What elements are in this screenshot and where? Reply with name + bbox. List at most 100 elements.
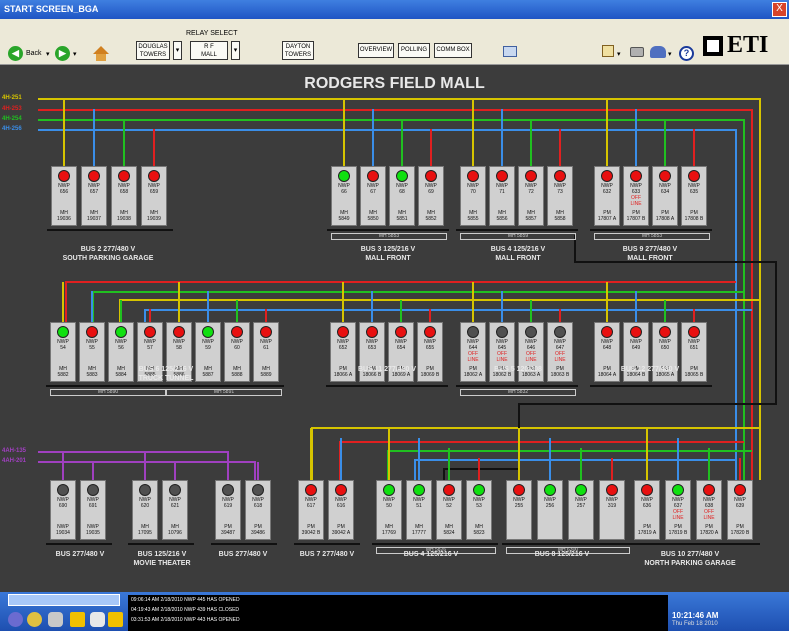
relay-nwp-53[interactable]: NWP 53 MH 5823: [466, 480, 492, 540]
document-icon[interactable]: [90, 612, 105, 627]
users-icon[interactable]: [650, 46, 666, 58]
relay-number: NWP 61: [260, 339, 272, 351]
relay-number: NWP 657: [88, 183, 100, 195]
polling-button[interactable]: POLLING: [398, 43, 430, 58]
relay-douglas-towers-button[interactable]: DOUGLAS TOWERS: [136, 41, 170, 60]
relay-nwp-52[interactable]: NWP 52 MH 5824: [436, 480, 462, 540]
relay-number: NWP 644: [467, 339, 479, 351]
relay-offline-text: [507, 509, 531, 521]
tools-icon[interactable]: [27, 612, 42, 627]
relay-nwp-257[interactable]: NWP 257: [568, 480, 594, 540]
relay-nwp-658[interactable]: NWP 658 MH 19038: [111, 166, 137, 226]
relay-status-led: [383, 484, 395, 496]
relay-nwp-636[interactable]: NWP 636 PM 17819 A: [634, 480, 660, 540]
relay-status-led: [202, 326, 214, 338]
relay-nwp-618[interactable]: NWP 618 PM 39486: [245, 480, 271, 540]
forward-arrow-icon[interactable]: ▶: [55, 46, 70, 61]
settings-icon[interactable]: [8, 612, 23, 627]
relay-location: MH 17777: [412, 524, 426, 536]
relay-nwp-637[interactable]: NWP 637 OFF LINE PM 17819 B: [665, 480, 691, 540]
relay-offline-text: [52, 195, 76, 207]
relay-nwp-67[interactable]: NWP 67 MH 5850: [360, 166, 386, 226]
relay-nwp-633[interactable]: NWP 633 OFF LINE PM 17807 B: [623, 166, 649, 226]
back-label[interactable]: Back: [26, 50, 42, 57]
relay-nwp-634[interactable]: NWP 634 PM 17808 A: [652, 166, 678, 226]
relay-nwp-639[interactable]: NWP 639 PM 17820 B: [727, 480, 753, 540]
relay-offline-text: [389, 351, 413, 363]
users-dropdown-icon[interactable]: ▾: [668, 50, 672, 58]
relay-nwp-70[interactable]: NWP 70 MH 5855: [460, 166, 486, 226]
relay-offline-text: [225, 351, 249, 363]
relay-nwp-617[interactable]: NWP 617 PM 39042 B: [298, 480, 324, 540]
alert-icon[interactable]: [70, 612, 85, 627]
relay-nwp-54[interactable]: NWP 54 MH 5882: [50, 322, 76, 382]
relay-offline-text: [407, 509, 431, 521]
relay-nwp-690[interactable]: NWP 690 NWP 19034: [50, 480, 76, 540]
chart-icon[interactable]: [602, 45, 614, 57]
warning-icon[interactable]: [108, 612, 123, 627]
relay-nwp-635[interactable]: NWP 635 PM 17808 B: [681, 166, 707, 226]
forward-dropdown-icon[interactable]: ▾: [73, 50, 77, 58]
relay-nwp-657[interactable]: NWP 657 MH 19037: [81, 166, 107, 226]
relay-offline-text: [600, 509, 624, 521]
back-arrow-icon[interactable]: ◀: [8, 46, 23, 61]
printer-icon[interactable]: [630, 47, 644, 57]
network-icon[interactable]: [48, 612, 63, 627]
relay-nwp-638[interactable]: NWP 638 OFF LINE PM 17820 A: [696, 480, 722, 540]
relay-nwp-66[interactable]: NWP 66 MH 5849: [331, 166, 357, 226]
relay-nwp-50[interactable]: NWP 50 MH 17769: [376, 480, 402, 540]
relay-offline-text: [112, 195, 136, 207]
home-icon[interactable]: [93, 46, 109, 54]
relay-nwp-61[interactable]: NWP 61 MH 5889: [253, 322, 279, 382]
relay-status-led: [86, 326, 98, 338]
relay-nwp-621[interactable]: NWP 621 MH 10796: [162, 480, 188, 540]
relay-nwp-73[interactable]: NWP 73 MH 5858: [547, 166, 573, 226]
relay-nwp-620[interactable]: NWP 620 MH 17095: [132, 480, 158, 540]
relay-nwp-71[interactable]: NWP 71 MH 5856: [489, 166, 515, 226]
image-icon[interactable]: [503, 46, 517, 57]
feeder-4ah-201-wire: [38, 461, 256, 480]
relay-number: NWP 50: [383, 497, 395, 509]
relay-nwp-319[interactable]: NWP 319: [599, 480, 625, 540]
relay-nwp-72[interactable]: NWP 72 MH 5857: [518, 166, 544, 226]
log-date: 2/18/2010: [160, 597, 185, 603]
relay-nwp-656[interactable]: NWP 656 MH 19036: [51, 166, 77, 226]
relay-nwp-619[interactable]: NWP 619 PM 39487: [215, 480, 241, 540]
comm-box-button[interactable]: COMM BOX: [434, 43, 472, 58]
close-button[interactable]: X: [772, 2, 787, 17]
back-dropdown-icon[interactable]: ▾: [46, 50, 50, 58]
relay-dayton-towers-button[interactable]: DAYTON TOWERS: [282, 41, 314, 60]
relay-status-led: [659, 326, 671, 338]
feeder-4h-251-bottom: [311, 427, 760, 480]
relay-nwp-616[interactable]: NWP 616 PM 39042 A: [328, 480, 354, 540]
relay-rf-mall-button[interactable]: R F MALL: [190, 41, 228, 60]
relay-douglas-dropdown[interactable]: ▾: [173, 41, 182, 60]
relay-offline-text: [51, 509, 75, 521]
log-message: NWP 445 HAS OPENED: [184, 597, 240, 603]
overview-button[interactable]: OVERVIEW: [358, 43, 394, 58]
relay-status-led: [87, 484, 99, 496]
relay-nwp-68[interactable]: NWP 68 MH 5851: [389, 166, 415, 226]
relay-nwp-256[interactable]: NWP 256: [537, 480, 563, 540]
relay-nwp-255[interactable]: NWP 255: [506, 480, 532, 540]
relay-nwp-659[interactable]: NWP 659 MH 19039: [141, 166, 167, 226]
relay-number: NWP 659: [148, 183, 160, 195]
help-icon[interactable]: ?: [679, 46, 694, 61]
toolbar: ◀ Back ▾ ▶ ▾ RELAY SELECT DOUGLAS TOWERS…: [0, 19, 789, 65]
relay-offline-text: [437, 509, 461, 521]
relay-nwp-691[interactable]: NWP 691 NWP 19035: [80, 480, 106, 540]
relay-offline-text: [548, 195, 572, 207]
relay-nwp-69[interactable]: NWP 69 MH 5852: [418, 166, 444, 226]
log-entry: 03:31:53 AM 2/18/2010 NWP 443 HAS OPENED: [131, 617, 240, 623]
relay-rf-mall-dropdown[interactable]: ▾: [231, 41, 240, 60]
relay-location: MH 5852: [425, 210, 437, 222]
relay-offline-text: [254, 351, 278, 363]
relay-offline-text: [360, 351, 384, 363]
relay-status-led: [554, 326, 566, 338]
chart-dropdown-icon[interactable]: ▾: [617, 50, 621, 58]
relay-location: MH 19036: [57, 210, 71, 222]
status-input[interactable]: [8, 594, 120, 606]
relay-nwp-632[interactable]: NWP 632 PM 17807 A: [594, 166, 620, 226]
relay-nwp-51[interactable]: NWP 51 MH 17777: [406, 480, 432, 540]
relay-offline-text: [163, 509, 187, 521]
